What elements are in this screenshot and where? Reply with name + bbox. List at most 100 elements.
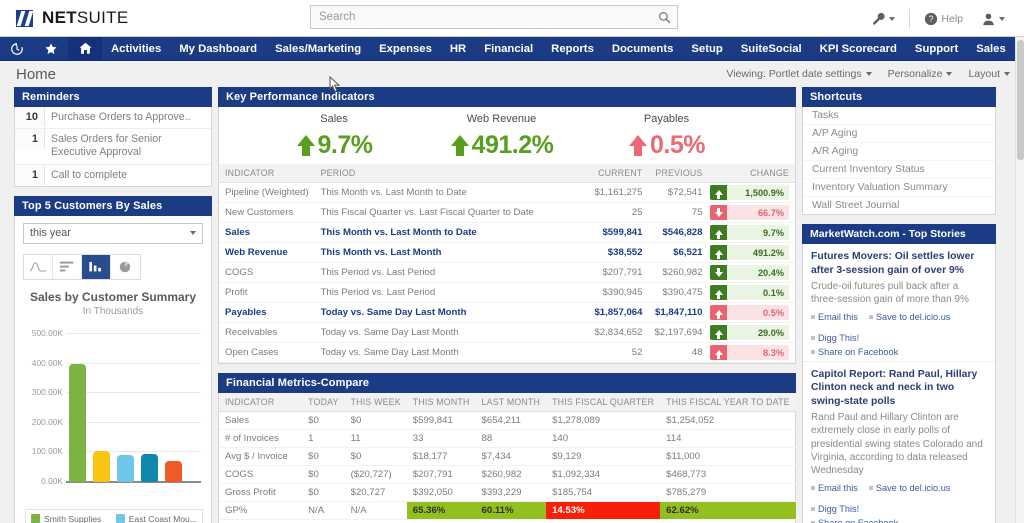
chart-bar[interactable] bbox=[141, 454, 158, 482]
financial-metrics-body: INDICATORTODAYTHIS WEEKTHIS MONTHLAST MO… bbox=[218, 393, 796, 523]
home-icon[interactable] bbox=[68, 37, 102, 60]
story-action-link[interactable]: Email this bbox=[811, 312, 858, 322]
reminder-label[interactable]: Purchase Orders to Approve.. bbox=[45, 107, 197, 128]
nav-item-my-dashboard[interactable]: My Dashboard bbox=[170, 37, 266, 60]
bullet-icon bbox=[811, 507, 815, 511]
story-action-link[interactable]: Save to del.icio.us bbox=[869, 483, 951, 493]
chart-bar[interactable] bbox=[69, 364, 86, 482]
kpi-row[interactable]: Profit This Period vs. Last Period $390,… bbox=[219, 283, 795, 303]
quick-add-menu[interactable] bbox=[865, 8, 902, 30]
financial-cell: $207,791 bbox=[407, 466, 476, 484]
story-title[interactable]: Futures Movers: Oil settles lower after … bbox=[811, 250, 987, 277]
financial-row[interactable]: Avg $ / Invoice $0$0$18,177 $7,434$9,129… bbox=[219, 448, 796, 466]
nav-item-sales[interactable]: Sales bbox=[967, 37, 1015, 60]
financial-table-header: INDICATORTODAYTHIS WEEKTHIS MONTHLAST MO… bbox=[219, 393, 796, 412]
kpi-highlight[interactable]: Web Revenue 491.2% bbox=[419, 113, 584, 160]
kpi-current: $390,945 bbox=[588, 283, 648, 303]
nav-item-setup[interactable]: Setup bbox=[682, 37, 731, 60]
chart-y-tick: 400.00K bbox=[19, 358, 63, 368]
recent-history-icon[interactable] bbox=[0, 37, 34, 60]
financial-row[interactable]: Avg GP / Invoice $0$1,884$11,880 $4,469$… bbox=[219, 520, 796, 523]
nav-item-kpi-scorecard[interactable]: KPI Scorecard bbox=[811, 37, 906, 60]
shortcut-item[interactable]: Tasks bbox=[803, 107, 995, 125]
nav-item-suitesocial[interactable]: SuiteSocial bbox=[732, 37, 811, 60]
netsuite-logo[interactable]: NETSUITE bbox=[14, 8, 128, 29]
reminder-row[interactable]: 1 Call to complete bbox=[15, 165, 211, 186]
scrollbar-thumb[interactable] bbox=[1017, 40, 1024, 160]
page-scrollbar[interactable] bbox=[1015, 37, 1024, 523]
story-action-link[interactable]: Digg This! bbox=[811, 333, 859, 343]
kpi-row[interactable]: Open Cases Today vs. Same Day Last Month… bbox=[219, 343, 795, 363]
story-action-link[interactable]: Email this bbox=[811, 483, 858, 493]
arrow-up-icon bbox=[628, 133, 648, 159]
shortcut-item[interactable]: Wall Street Journal bbox=[803, 197, 995, 214]
nav-item-support[interactable]: Support bbox=[906, 37, 967, 60]
nav-item-expenses[interactable]: Expenses bbox=[370, 37, 441, 60]
kpi-row[interactable]: New Customers This Fiscal Quarter vs. La… bbox=[219, 203, 795, 223]
top-customers-body: this year bbox=[14, 216, 212, 523]
chart-bar[interactable] bbox=[165, 461, 182, 482]
viewing-portlet-date-settings[interactable]: Viewing: Portlet date settings bbox=[726, 68, 871, 80]
global-search[interactable] bbox=[310, 5, 678, 29]
shortcuts-portlet: Shortcuts TasksA/P AgingA/R AgingCurrent… bbox=[802, 87, 996, 215]
period-select[interactable]: this year bbox=[23, 223, 203, 244]
nav-item-financial[interactable]: Financial bbox=[475, 37, 542, 60]
search-input[interactable] bbox=[311, 11, 651, 23]
kpi-row[interactable]: Sales This Month vs. Last Month to Date … bbox=[219, 223, 795, 243]
nav-item-reports[interactable]: Reports bbox=[542, 37, 603, 60]
kpi-highlight[interactable]: Sales 9.7% bbox=[249, 113, 419, 160]
favorites-icon[interactable] bbox=[34, 37, 68, 60]
bullet-icon bbox=[811, 486, 815, 490]
kpi-row[interactable]: Pipeline (Weighted) This Month vs. Last … bbox=[219, 183, 795, 203]
financial-cell: $11,880 bbox=[407, 520, 476, 523]
shortcut-item[interactable]: Current Inventory Status bbox=[803, 161, 995, 179]
story-action-link[interactable]: Save to del.icio.us bbox=[869, 312, 951, 322]
financial-row[interactable]: COGS $0($20,727)$207,791 $260,982$1,092,… bbox=[219, 466, 796, 484]
kpi-row[interactable]: Web Revenue This Month vs. Last Month $3… bbox=[219, 243, 795, 263]
bullet-icon bbox=[869, 486, 873, 490]
financial-cell: N/A bbox=[302, 502, 345, 520]
user-menu[interactable] bbox=[974, 8, 1012, 30]
nav-item-hr[interactable]: HR bbox=[441, 37, 475, 60]
kpi-period: This Month vs. Last Month to Date bbox=[315, 183, 589, 203]
vertical-bar-chart-icon[interactable] bbox=[82, 255, 111, 279]
search-icon[interactable] bbox=[651, 11, 677, 24]
shortcut-item[interactable]: A/P Aging bbox=[803, 125, 995, 143]
arrow-up-icon bbox=[450, 133, 470, 159]
horizontal-bar-chart-icon[interactable] bbox=[53, 255, 82, 279]
reminder-row[interactable]: 1 Sales Orders for Senior Executive Appr… bbox=[15, 129, 211, 164]
shortcut-item[interactable]: A/R Aging bbox=[803, 143, 995, 161]
kpi-highlight[interactable]: Payables 0.5% bbox=[584, 113, 749, 160]
line-chart-icon[interactable] bbox=[24, 255, 53, 279]
story-action-link[interactable]: Digg This! bbox=[811, 504, 859, 514]
kpi-row[interactable]: Receivables Today vs. Same Day Last Mont… bbox=[219, 323, 795, 343]
nav-item-documents[interactable]: Documents bbox=[603, 37, 683, 60]
story-title[interactable]: Capitol Report: Rand Paul, Hillary Clint… bbox=[811, 368, 987, 409]
kpi-row[interactable]: COGS This Period vs. Last Period $207,79… bbox=[219, 263, 795, 283]
reminder-label[interactable]: Sales Orders for Senior Executive Approv… bbox=[45, 129, 211, 163]
help-button[interactable]: ? Help bbox=[917, 8, 970, 30]
chart-bar[interactable] bbox=[117, 455, 134, 482]
shortcut-item[interactable]: Inventory Valuation Summary bbox=[803, 179, 995, 197]
pie-chart-icon[interactable] bbox=[111, 255, 140, 279]
chevron-down-icon bbox=[190, 231, 196, 235]
financial-row[interactable]: # of Invoices 11133 88140114 bbox=[219, 430, 796, 448]
financial-row[interactable]: Sales $0$0$599,841 $654,211$1,278,089$1,… bbox=[219, 412, 796, 430]
change-direction-icon bbox=[710, 225, 727, 240]
change-badge: 8.3% bbox=[710, 345, 789, 360]
chevron-down-icon bbox=[999, 17, 1005, 21]
share-on-facebook-link[interactable]: Share on Facebook bbox=[811, 518, 898, 523]
personalize-button[interactable]: Personalize bbox=[888, 68, 953, 80]
chart-bar[interactable] bbox=[93, 451, 110, 481]
reminder-row[interactable]: 10 Purchase Orders to Approve.. bbox=[15, 107, 211, 129]
nav-item-sales-marketing[interactable]: Sales/Marketing bbox=[266, 37, 370, 60]
reminder-label[interactable]: Call to complete bbox=[45, 165, 133, 186]
kpi-highlight-name: Sales bbox=[249, 113, 419, 125]
share-on-facebook-link[interactable]: Share on Facebook bbox=[811, 347, 898, 357]
financial-row[interactable]: Gross Profit $0$20,727$392,050 $393,229$… bbox=[219, 484, 796, 502]
layout-button[interactable]: Layout bbox=[968, 68, 1010, 80]
financial-cell: $0 bbox=[302, 466, 345, 484]
financial-row[interactable]: GP% N/AN/A65.36% 60.11%14.53%62.62% bbox=[219, 502, 796, 520]
kpi-row[interactable]: Payables Today vs. Same Day Last Month $… bbox=[219, 303, 795, 323]
nav-item-activities[interactable]: Activities bbox=[102, 37, 170, 60]
